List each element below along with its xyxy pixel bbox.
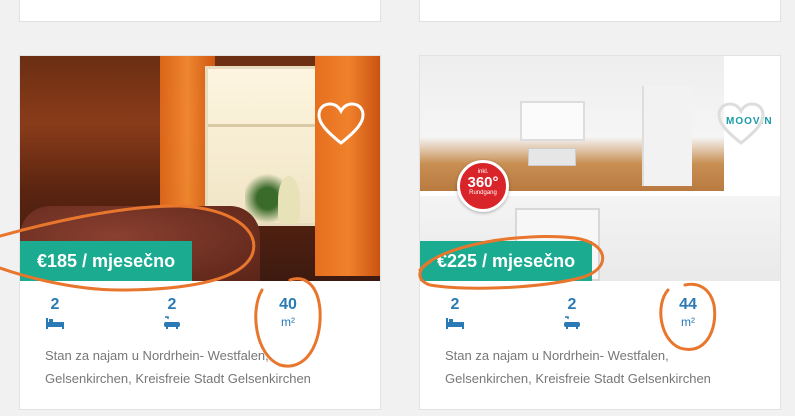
bed-icon xyxy=(446,318,464,329)
listing-photo-1[interactable]: €185 / mjesečno xyxy=(20,56,380,281)
area-unit: m² xyxy=(281,315,295,329)
area-feature: 40 m² xyxy=(275,296,301,329)
features-row: 2 2 40 m² xyxy=(20,296,380,346)
area-value: 40 xyxy=(279,296,297,313)
address-line-2: Gelsenkirchen, Kreisfreie Stadt Gelsenki… xyxy=(445,371,711,386)
area-value: 44 xyxy=(679,296,697,313)
card-top-partial-right xyxy=(419,0,781,22)
price-badge: €225 / mjesečno xyxy=(420,241,593,281)
bathtub-icon xyxy=(564,316,580,329)
listing-photo-2[interactable]: MOOVIN inkl. 360° Rundgang €225 / mjeseč… xyxy=(420,56,780,281)
bathrooms-count: 2 xyxy=(567,296,577,313)
area-feature: 44 m² xyxy=(675,296,701,329)
bathrooms-count: 2 xyxy=(167,296,177,313)
heart-icon[interactable] xyxy=(316,101,366,147)
listing-address[interactable]: Stan za najam u Nordrhein- Westfalen, Ge… xyxy=(445,344,765,390)
bathrooms-feature: 2 xyxy=(562,296,582,330)
listing-card-2[interactable]: MOOVIN inkl. 360° Rundgang €225 / mjeseč… xyxy=(419,55,781,410)
heart-icon[interactable] xyxy=(716,101,766,147)
bedrooms-feature: 2 xyxy=(445,296,465,330)
bedrooms-feature: 2 xyxy=(45,296,65,330)
bed-icon xyxy=(46,318,64,329)
area-unit: m² xyxy=(681,315,695,329)
360-tour-badge: inkl. 360° Rundgang xyxy=(457,160,509,212)
listing-address[interactable]: Stan za najam u Nordrhein- Westfalen, Ge… xyxy=(45,344,365,390)
address-line-1: Stan za najam u Nordrhein- Westfalen, xyxy=(45,348,269,363)
listing-card-1[interactable]: €185 / mjesečno 2 2 40 m² Stan za najam … xyxy=(19,55,381,410)
address-line-1: Stan za najam u Nordrhein- Westfalen, xyxy=(445,348,669,363)
bathtub-icon xyxy=(164,316,180,329)
card-top-partial-left xyxy=(19,0,381,22)
bathrooms-feature: 2 xyxy=(162,296,182,330)
address-line-2: Gelsenkirchen, Kreisfreie Stadt Gelsenki… xyxy=(45,371,311,386)
price-badge: €185 / mjesečno xyxy=(20,241,193,281)
bedrooms-count: 2 xyxy=(50,296,60,313)
features-row: 2 2 44 m² xyxy=(420,296,780,346)
bedrooms-count: 2 xyxy=(450,296,460,313)
